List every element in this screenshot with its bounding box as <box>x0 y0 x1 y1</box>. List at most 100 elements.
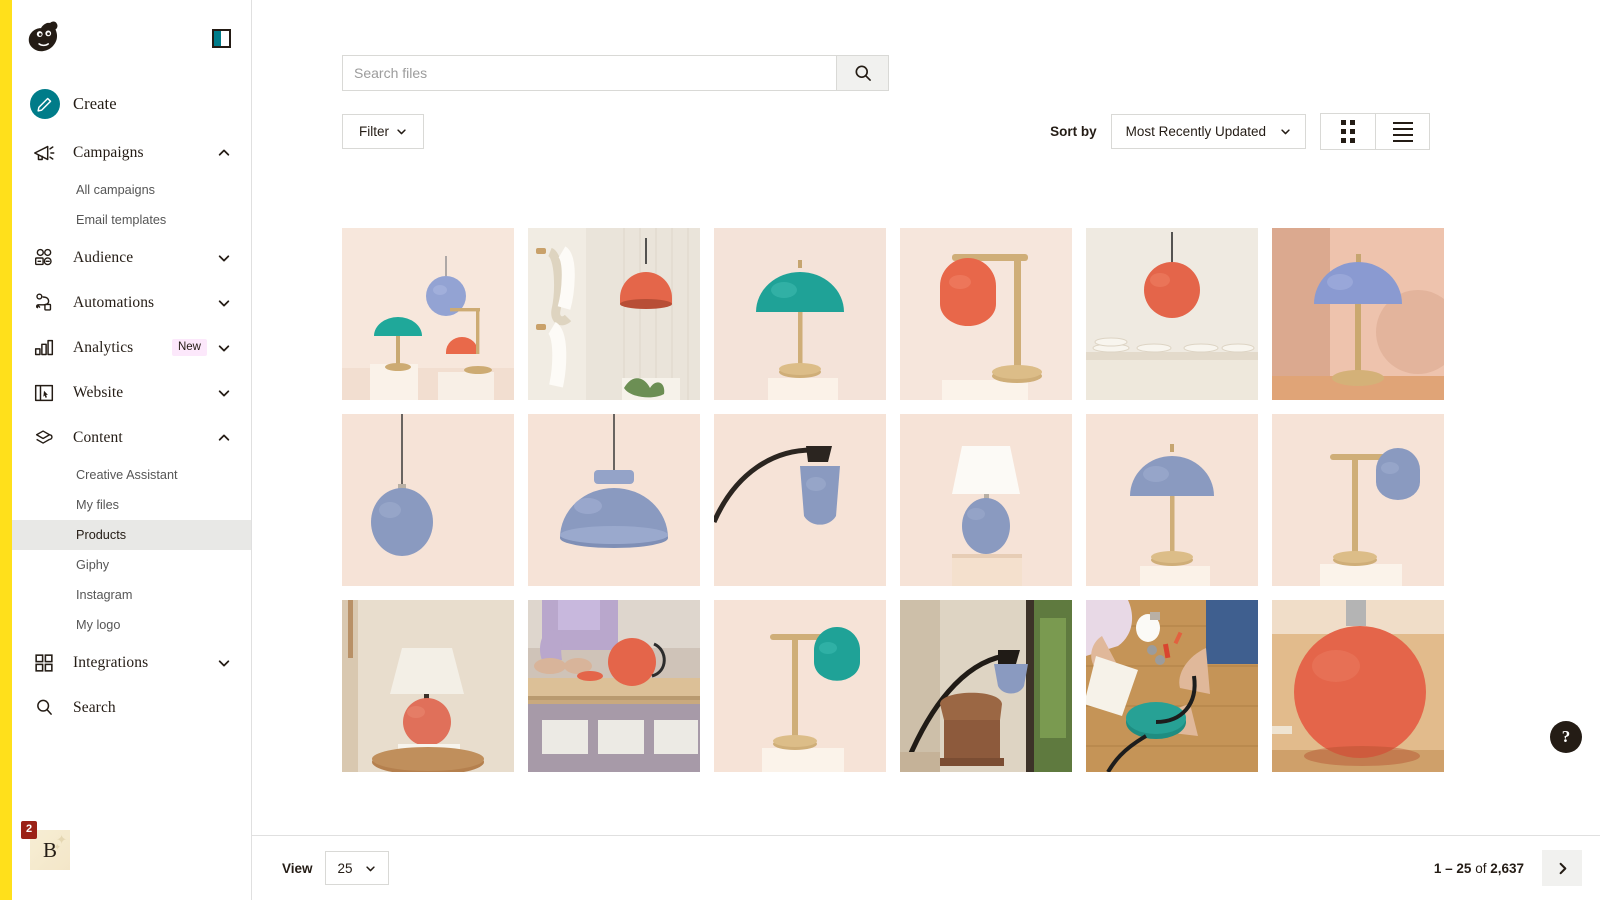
list-view-button[interactable] <box>1375 114 1429 149</box>
chevron-right-icon <box>1559 862 1566 874</box>
sidebar: Create Campaigns All campaigns Email tem… <box>12 0 252 900</box>
page-range-total: 2,637 <box>1490 860 1524 876</box>
view-toggle-group <box>1320 113 1430 150</box>
panel-toggle-empty-half <box>220 30 229 46</box>
list-view-icon <box>1392 121 1413 142</box>
chevron-up-icon[interactable] <box>217 146 231 160</box>
search-box <box>342 55 889 91</box>
sidebar-item-creative-assistant[interactable]: Creative Assistant <box>12 460 251 490</box>
sidebar-item-audience[interactable]: Audience <box>12 235 251 280</box>
sidebar-item-label: Create <box>73 94 117 113</box>
per-page-select[interactable]: 25 <box>324 851 389 885</box>
sort-select[interactable]: Most Recently Updated <box>1110 114 1306 149</box>
product-tile[interactable] <box>342 414 514 586</box>
product-tile[interactable] <box>342 600 514 772</box>
pagination-footer: View 25 1 – 25 of 2,637 <box>252 835 1600 900</box>
sidebar-item-my-logo[interactable]: My logo <box>12 610 251 640</box>
product-tile[interactable] <box>1086 228 1258 400</box>
sidebar-item-label: Search <box>73 698 116 716</box>
chevron-down-icon[interactable] <box>217 656 231 670</box>
product-tile[interactable] <box>1272 228 1444 400</box>
sparkle-icon: ✦ <box>53 842 61 852</box>
sidebar-item-website[interactable]: Website <box>12 370 251 415</box>
product-tile[interactable] <box>900 600 1072 772</box>
sidebar-item-content[interactable]: Content <box>12 415 251 460</box>
sidebar-item-integrations[interactable]: Integrations <box>12 640 251 685</box>
sidebar-item-label: Analytics <box>73 338 134 356</box>
sidebar-subnav-campaigns: All campaigns Email templates <box>12 175 251 235</box>
mailchimp-freddie-logo[interactable] <box>22 17 64 59</box>
page-range-group: 1 – 25 of 2,637 <box>1434 850 1582 886</box>
product-tile[interactable] <box>342 228 514 400</box>
product-tile[interactable] <box>900 228 1072 400</box>
sidebar-item-label: Campaigns <box>73 143 144 161</box>
filter-button-label: Filter <box>359 124 389 139</box>
people-icon <box>30 245 58 271</box>
view-label: View <box>282 860 313 876</box>
pencil-icon <box>29 89 60 119</box>
product-tile[interactable] <box>714 228 886 400</box>
product-tile[interactable] <box>1086 414 1258 586</box>
sidebar-item-label: Audience <box>73 248 134 266</box>
per-page-value: 25 <box>337 860 353 876</box>
chevron-down-icon[interactable] <box>217 296 231 310</box>
main-content: Filter Sort by Most Recently Updated <box>252 0 1600 900</box>
search-input[interactable] <box>343 56 836 90</box>
help-question-icon: ? <box>1561 727 1571 746</box>
chevron-down-icon[interactable] <box>217 386 231 400</box>
page-range-text: 1 – 25 of 2,637 <box>1434 861 1524 876</box>
sidebar-item-my-files[interactable]: My files <box>12 490 251 520</box>
chevron-up-icon[interactable] <box>217 431 231 445</box>
view-count-group: View 25 <box>282 851 389 885</box>
sidebar-item-analytics[interactable]: Analytics New <box>12 325 251 370</box>
sidebar-item-instagram[interactable]: Instagram <box>12 580 251 610</box>
sidebar-subnav-content: Creative Assistant My files Products Gip… <box>12 460 251 640</box>
sidebar-item-products[interactable]: Products <box>12 520 251 550</box>
panel-collapse-icon[interactable] <box>212 28 231 48</box>
sidebar-item-giphy[interactable]: Giphy <box>12 550 251 580</box>
chevron-down-icon[interactable] <box>217 341 231 355</box>
search-row <box>252 0 1600 91</box>
grid-squares-icon <box>30 650 58 676</box>
panel-toggle-filled-half <box>214 30 221 46</box>
product-tile[interactable] <box>1272 414 1444 586</box>
sidebar-item-all-campaigns[interactable]: All campaigns <box>12 175 251 205</box>
sidebar-item-email-templates[interactable]: Email templates <box>12 205 251 235</box>
product-tile[interactable] <box>714 600 886 772</box>
chevron-down-icon[interactable] <box>217 251 231 265</box>
product-tile[interactable] <box>528 228 700 400</box>
chevron-down-icon <box>397 129 406 135</box>
product-tile[interactable] <box>1272 600 1444 772</box>
grid-view-button[interactable] <box>1321 114 1375 149</box>
search-submit-button[interactable] <box>836 56 888 90</box>
sort-select-value: Most Recently Updated <box>1125 124 1266 139</box>
page-range-current: 1 – 25 <box>1433 860 1472 876</box>
chevron-down-icon <box>365 865 375 871</box>
website-window-icon <box>30 380 58 406</box>
help-button[interactable]: ? <box>1550 721 1582 753</box>
content-stack-icon <box>30 425 58 451</box>
filter-button[interactable]: Filter <box>342 114 424 149</box>
product-tile[interactable] <box>714 414 886 586</box>
sidebar-nav: Create Campaigns All campaigns Email tem… <box>12 76 251 730</box>
product-tile[interactable] <box>528 414 700 586</box>
sidebar-item-create[interactable]: Create <box>12 78 251 130</box>
sidebar-account: ✦ ✦ B 2 <box>21 821 70 870</box>
mailchimp-app-window: Create Campaigns All campaigns Email tem… <box>0 0 1600 900</box>
sidebar-item-search[interactable]: Search <box>12 685 251 730</box>
sidebar-item-label: Website <box>73 383 124 401</box>
automation-path-icon <box>30 290 58 316</box>
sidebar-item-campaigns[interactable]: Campaigns <box>12 130 251 175</box>
notification-count-badge[interactable]: 2 <box>21 821 38 839</box>
sidebar-header <box>12 0 251 76</box>
product-tile[interactable] <box>528 600 700 772</box>
status-badge-new: New <box>171 339 207 356</box>
search-icon <box>855 65 871 81</box>
files-browser: Filter Sort by Most Recently Updated <box>252 0 1600 835</box>
product-tile[interactable] <box>1086 600 1258 772</box>
sort-and-view-controls: Sort by Most Recently Updated <box>1050 113 1430 150</box>
sidebar-item-automations[interactable]: Automations <box>12 280 251 325</box>
product-tile[interactable] <box>900 414 1072 586</box>
sidebar-item-label: Automations <box>73 293 155 311</box>
next-page-button[interactable] <box>1542 850 1582 886</box>
